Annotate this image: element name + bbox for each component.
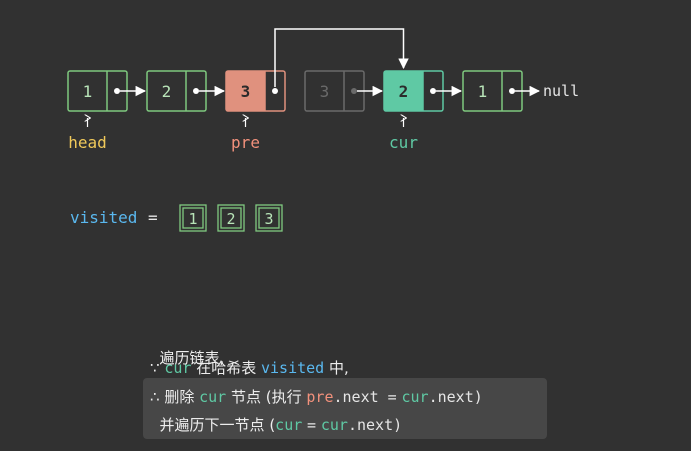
explanation-line-2: ∵ cur 在哈希表 visited 中,	[150, 357, 349, 378]
cur-variable: cur	[401, 388, 429, 406]
node-value: 3	[241, 82, 251, 101]
pre-variable: pre	[306, 388, 334, 406]
code-text: .next =	[333, 388, 397, 406]
visited-equals: =	[148, 208, 158, 227]
node-value: 2	[162, 82, 172, 101]
explanation-text: 删除	[164, 388, 195, 406]
visited-set: 1 2 3	[179, 204, 283, 232]
list-node: 3	[225, 70, 286, 112]
explanation-line-3: ∴ 删除 cur 节点 (执行 pre.next = cur.next)	[150, 386, 483, 407]
list-node: 3	[304, 70, 365, 112]
code-text: .next)	[428, 388, 483, 406]
cur-variable: cur	[320, 416, 348, 434]
because-symbol: ∵	[150, 359, 160, 377]
visited-item: 1	[179, 204, 207, 232]
cur-variable: cur	[275, 416, 303, 434]
cur-variable: cur	[199, 388, 227, 406]
visited-item: 2	[217, 204, 245, 232]
code-text: =	[307, 416, 317, 434]
list-node: 2	[146, 70, 207, 112]
node-pointer-dot	[114, 88, 120, 94]
explanation-text: 并遍历下一节点 (	[159, 416, 276, 434]
pointer-label-pre: pre	[231, 133, 260, 152]
list-node: 2	[383, 70, 444, 112]
pointer-label-head: head	[68, 133, 107, 152]
explanation-line-4: 并遍历下一节点 (cur = cur.next)	[150, 414, 403, 435]
therefore-symbol: ∴	[150, 388, 160, 406]
node-value: 1	[83, 82, 93, 101]
list-node: 1	[462, 70, 523, 112]
node-pointer-dot	[272, 88, 278, 94]
node-pointer-dot	[193, 88, 199, 94]
explanation-text: 中,	[329, 359, 349, 377]
cur-variable: cur	[164, 359, 192, 377]
node-pointer-dot	[430, 88, 436, 94]
visited-variable: visited	[261, 359, 325, 377]
null-terminal: null	[543, 82, 579, 100]
visited-value: 1	[188, 210, 197, 228]
visited-value: 3	[264, 210, 273, 228]
node-value: 3	[320, 82, 330, 101]
visited-label: visited	[70, 208, 138, 227]
code-text: .next)	[347, 416, 403, 434]
node-value: 1	[478, 82, 488, 101]
node-pointer-dot	[351, 88, 357, 94]
list-node: 1	[67, 70, 128, 112]
pointer-label-cur: cur	[389, 133, 418, 152]
explanation-text: 在哈希表	[196, 359, 257, 377]
visited-value: 2	[226, 210, 235, 228]
visited-item: 3	[255, 204, 283, 232]
node-pointer-dot	[509, 88, 515, 94]
explanation-text: 节点 (执行	[231, 388, 302, 406]
node-value: 2	[399, 82, 409, 101]
